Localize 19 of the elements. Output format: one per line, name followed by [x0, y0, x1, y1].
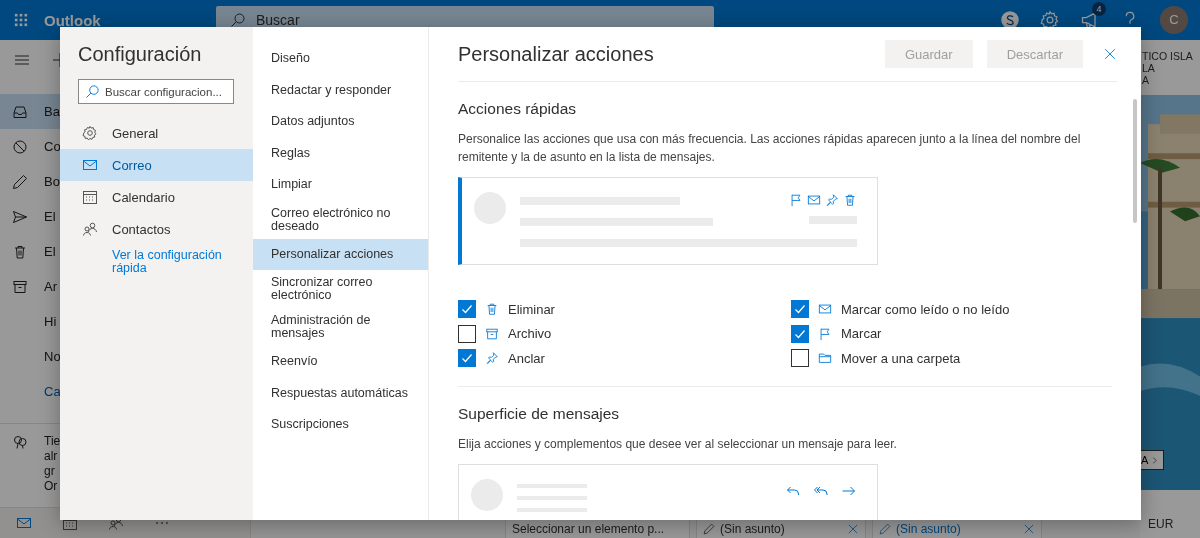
checkbox-label: Mover a una carpeta — [841, 350, 961, 366]
dialog-title: Configuración — [78, 43, 203, 67]
ad-price: EUR — [1147, 516, 1175, 533]
app-name: Outlook — [44, 11, 102, 29]
section-heading: Acciones rápidas — [458, 100, 578, 119]
section-description: Personalice las acciones que usa con más frecuencia. Las acciones rápidas aparecen junto a la línea del nombre del remitente y la de asunto en la lista de mensajes. — [458, 131, 1082, 166]
ad-text: TICO ISLA LA A — [1141, 49, 1194, 88]
panel-title: Personalizar acciones — [458, 42, 655, 66]
promo-text: Tie alr gr Or — [44, 434, 61, 494]
section-description: Elija acciones y complementos que desee ver al seleccionar un mensaje para leer. — [458, 435, 898, 453]
checkbox-label: Archivo — [508, 326, 552, 342]
checkbox-label: Marcar — [841, 326, 882, 342]
checkbox-label: Anclar — [508, 350, 545, 366]
checkbox-label: Eliminar — [508, 301, 555, 317]
checkbox-label: Marcar como leído o no leído — [841, 301, 1010, 317]
section-heading: Superficie de mensajes — [458, 404, 621, 424]
search-placeholder: Buscar configuracion... — [105, 85, 222, 98]
search-placeholder: Buscar — [256, 12, 300, 28]
notification-badge: 4 — [1092, 2, 1106, 16]
